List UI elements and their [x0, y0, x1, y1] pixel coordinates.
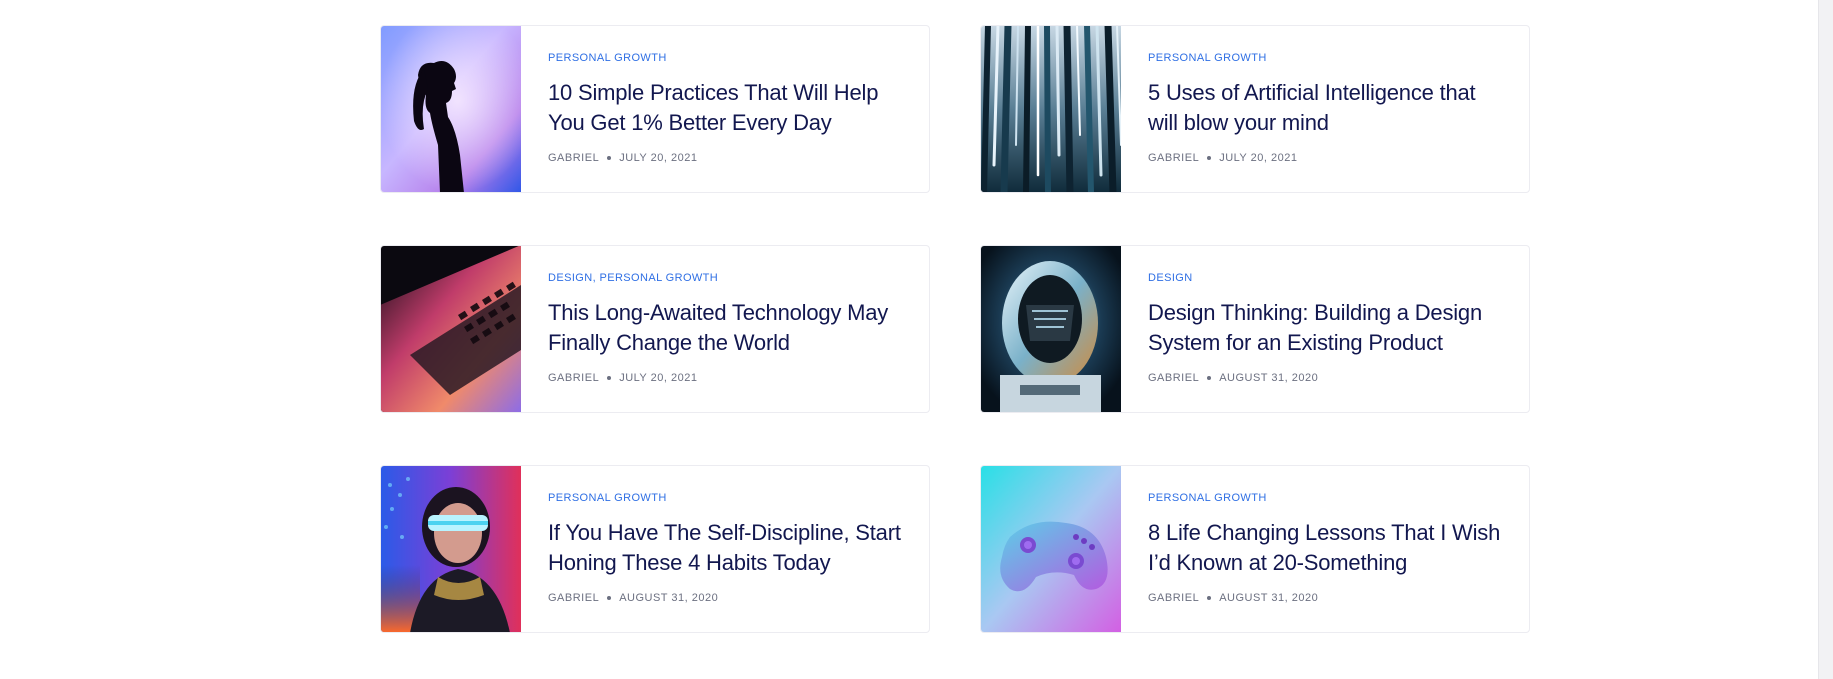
post-meta: GABRIEL AUGUST 31, 2020 [548, 592, 905, 604]
post-title-link[interactable]: 5 Uses of Artificial Intelligence that w… [1148, 78, 1505, 138]
blog-post-grid-page: PERSONAL GROWTH 10 Simple Practices That… [0, 0, 1833, 679]
light-streaks-image[interactable] [981, 26, 1121, 192]
post-meta: GABRIEL JULY 20, 2021 [548, 152, 905, 164]
post-title-link[interactable]: This Long-Awaited Technology May Finally… [548, 298, 905, 358]
meta-separator-dot [1207, 596, 1212, 600]
post-title-link[interactable]: 8 Life Changing Lessons That I Wish I’d … [1148, 518, 1505, 578]
post-card[interactable]: PERSONAL GROWTH 10 Simple Practices That… [380, 25, 930, 193]
post-date: JULY 20, 2021 [619, 372, 698, 384]
post-card-body: PERSONAL GROWTH If You Have The Self-Dis… [521, 466, 929, 632]
post-author[interactable]: GABRIEL [1148, 372, 1199, 384]
meta-separator-dot [607, 596, 612, 600]
post-card-body: PERSONAL GROWTH 5 Uses of Artificial Int… [1121, 26, 1529, 192]
post-author[interactable]: GABRIEL [1148, 592, 1199, 604]
post-title-link[interactable]: If You Have The Self-Discipline, Start H… [548, 518, 905, 578]
silhouette-woman-image[interactable] [381, 26, 521, 192]
meta-separator-dot [607, 376, 612, 380]
meta-separator-dot [1207, 156, 1212, 160]
post-card-body: DESIGN, PERSONAL GROWTH This Long-Awaite… [521, 246, 929, 412]
post-date: AUGUST 31, 2020 [1219, 372, 1319, 384]
post-author[interactable]: GABRIEL [1148, 152, 1199, 164]
page-scrollbar[interactable] [1818, 0, 1833, 679]
game-controller-image[interactable] [981, 466, 1121, 632]
post-card[interactable]: DESIGN Design Thinking: Building a Desig… [980, 245, 1530, 413]
post-date: AUGUST 31, 2020 [1219, 592, 1319, 604]
post-category-link[interactable]: DESIGN [1148, 271, 1505, 285]
post-category-link[interactable]: PERSONAL GROWTH [1148, 51, 1505, 65]
post-author[interactable]: GABRIEL [548, 152, 599, 164]
post-author[interactable]: GABRIEL [548, 372, 599, 384]
post-card-body: PERSONAL GROWTH 8 Life Changing Lessons … [1121, 466, 1529, 632]
post-date: AUGUST 31, 2020 [619, 592, 719, 604]
post-category-link[interactable]: PERSONAL GROWTH [548, 51, 905, 65]
post-title-link[interactable]: 10 Simple Practices That Will Help You G… [548, 78, 905, 138]
post-category-link[interactable]: DESIGN, PERSONAL GROWTH [548, 271, 905, 285]
meta-separator-dot [1207, 376, 1212, 380]
post-grid: PERSONAL GROWTH 10 Simple Practices That… [380, 25, 1530, 633]
meta-separator-dot [607, 156, 612, 160]
astronaut-helmet-image[interactable] [981, 246, 1121, 412]
post-meta: GABRIEL JULY 20, 2021 [1148, 152, 1505, 164]
post-card-body: DESIGN Design Thinking: Building a Desig… [1121, 246, 1529, 412]
post-meta: GABRIEL JULY 20, 2021 [548, 372, 905, 384]
post-meta: GABRIEL AUGUST 31, 2020 [1148, 592, 1505, 604]
post-card[interactable]: PERSONAL GROWTH 8 Life Changing Lessons … [980, 465, 1530, 633]
post-card[interactable]: PERSONAL GROWTH If You Have The Self-Dis… [380, 465, 930, 633]
post-author[interactable]: GABRIEL [548, 592, 599, 604]
post-category-link[interactable]: PERSONAL GROWTH [1148, 491, 1505, 505]
post-meta: GABRIEL AUGUST 31, 2020 [1148, 372, 1505, 384]
post-date: JULY 20, 2021 [1219, 152, 1298, 164]
post-date: JULY 20, 2021 [619, 152, 698, 164]
post-card-body: PERSONAL GROWTH 10 Simple Practices That… [521, 26, 929, 192]
post-card[interactable]: DESIGN, PERSONAL GROWTH This Long-Awaite… [380, 245, 930, 413]
neon-visor-woman-image[interactable] [381, 466, 521, 632]
laptop-keyboard-image[interactable] [381, 246, 521, 412]
post-category-link[interactable]: PERSONAL GROWTH [548, 491, 905, 505]
post-title-link[interactable]: Design Thinking: Building a Design Syste… [1148, 298, 1505, 358]
post-card[interactable]: PERSONAL GROWTH 5 Uses of Artificial Int… [980, 25, 1530, 193]
